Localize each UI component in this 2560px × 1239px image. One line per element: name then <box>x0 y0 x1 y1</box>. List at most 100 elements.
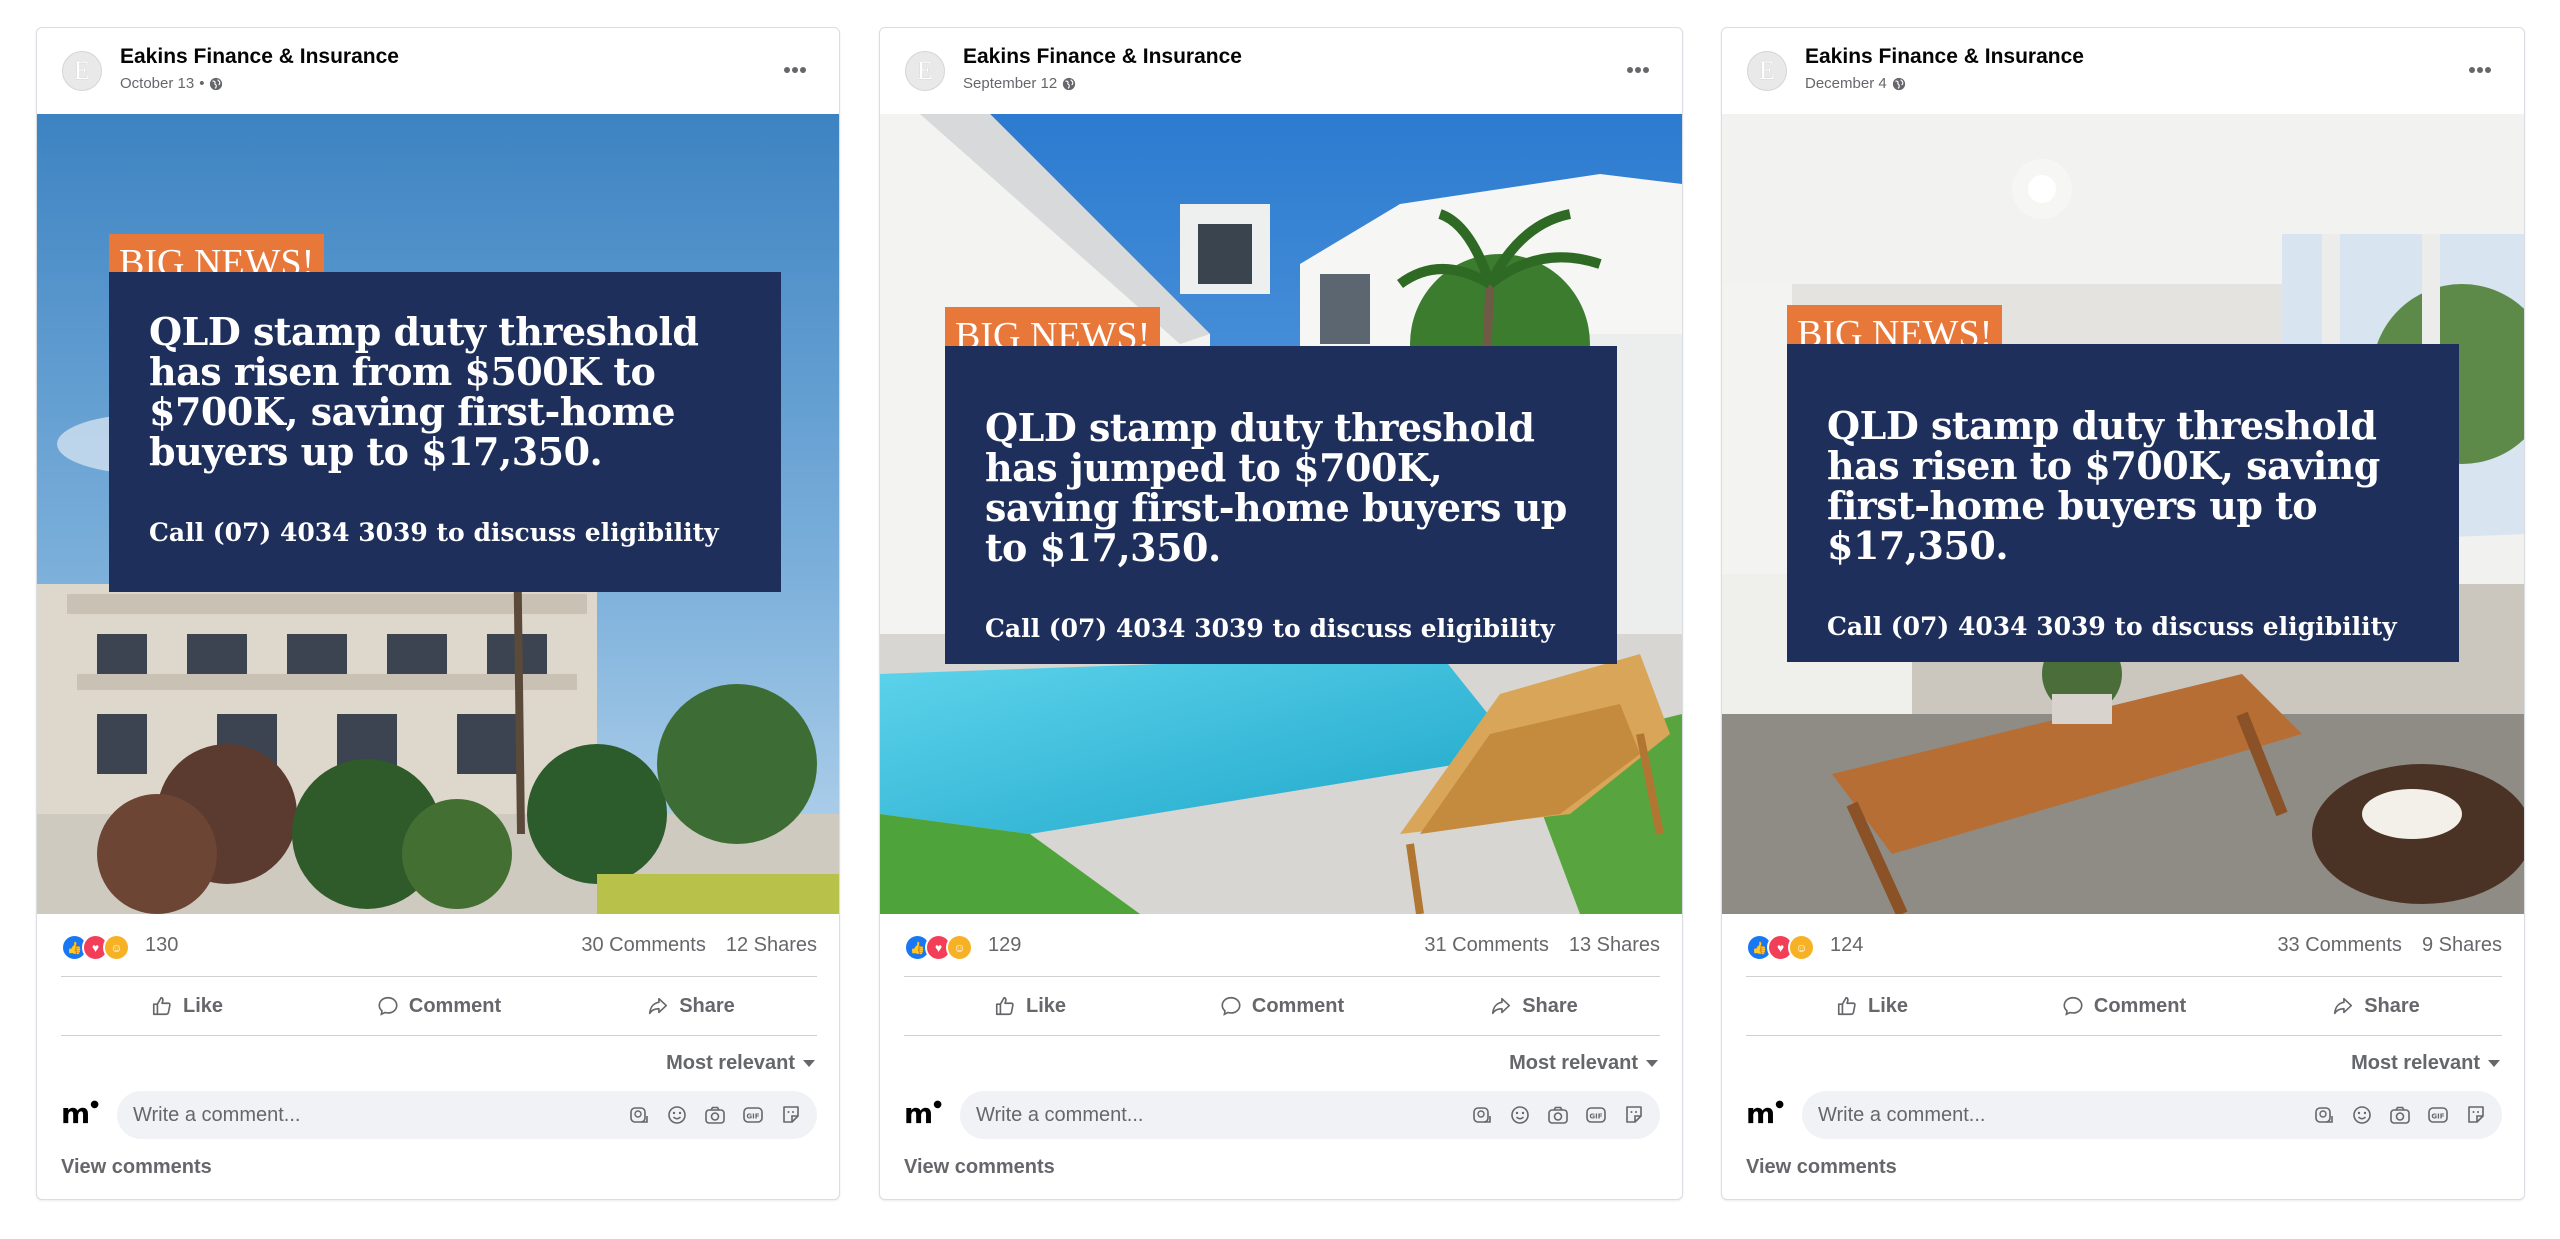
emoji-icon[interactable] <box>1508 1103 1532 1127</box>
post-card: E Eakins Finance & Insurance October 13 … <box>36 27 840 1200</box>
emoji-icon[interactable] <box>2350 1103 2374 1127</box>
post-date[interactable]: October 13 <box>120 75 194 92</box>
camera-icon[interactable] <box>2388 1103 2412 1127</box>
comment-label: Comment <box>408 994 502 1017</box>
page-name-link[interactable]: Eakins Finance & Insurance <box>1805 45 2084 69</box>
post-date[interactable]: December 4 <box>1805 75 1887 92</box>
more-dots-icon <box>2469 67 2491 73</box>
caret-down-icon <box>803 1060 815 1067</box>
avatar-sticker-icon[interactable] <box>1470 1103 1494 1127</box>
comment-tools: GIF <box>2312 1103 2488 1127</box>
avatar-letter: E <box>917 56 933 85</box>
caret-down-icon <box>1646 1060 1658 1067</box>
page-name-link[interactable]: Eakins Finance & Insurance <box>120 45 399 69</box>
page-name-link[interactable]: Eakins Finance & Insurance <box>963 45 1242 69</box>
avatar-sticker-icon[interactable] <box>627 1103 651 1127</box>
post-image[interactable]: BIG NEWS! QLD stamp duty threshold has r… <box>37 114 839 914</box>
comment-sort-dropdown[interactable]: Most relevant <box>2351 1052 2500 1075</box>
comments-count-link[interactable]: 31 Comments <box>1424 934 1549 956</box>
globe-icon <box>1063 77 1076 90</box>
sticker-icon[interactable] <box>779 1103 803 1127</box>
post-meta: September 12 <box>963 75 1076 92</box>
post-meta: October 13 • <box>120 75 223 92</box>
avatar-letter: E <box>1759 56 1775 85</box>
thumbs-up-icon <box>1837 996 1856 1016</box>
comment-sort-dropdown[interactable]: Most relevant <box>666 1052 815 1075</box>
sort-label: Most relevant <box>2351 1052 2480 1074</box>
comment-label: Comment <box>1251 994 1345 1017</box>
post-image[interactable]: BIG NEWS! QLD stamp duty threshold has j… <box>880 114 1682 914</box>
commenter-avatar[interactable]: m● <box>1746 1097 1784 1130</box>
commenter-avatar[interactable]: m● <box>61 1097 99 1130</box>
reaction-count[interactable]: 124 <box>1830 934 1863 957</box>
date-separator: • <box>199 75 205 92</box>
camera-icon[interactable] <box>703 1103 727 1127</box>
shares-count-link[interactable]: 9 Shares <box>2422 934 2502 956</box>
like-label: Like <box>1867 994 1909 1017</box>
reaction-icons[interactable]: 👍 ♥ ☺ <box>61 934 130 961</box>
comment-bubble-icon <box>2063 996 2083 1016</box>
share-button[interactable]: Share <box>565 977 817 1035</box>
shares-count-link[interactable]: 12 Shares <box>726 934 817 956</box>
like-button[interactable]: Like <box>904 977 1156 1035</box>
post-card: E Eakins Finance & Insurance December 4 <box>1721 27 2525 1200</box>
like-button[interactable]: Like <box>61 977 313 1035</box>
engagement-stats: 👍 ♥ ☺ 129 31 Comments 13 Shares <box>904 914 1660 977</box>
post-header: E Eakins Finance & Insurance September 1… <box>880 28 1682 114</box>
sticker-icon[interactable] <box>2464 1103 2488 1127</box>
comments-count-link[interactable]: 33 Comments <box>2277 934 2402 956</box>
comment-sort-dropdown[interactable]: Most relevant <box>1509 1052 1658 1075</box>
announcement-cta: Call (07) 4034 3039 to discuss eligibili… <box>1827 611 2397 641</box>
more-options-button[interactable] <box>2466 56 2494 84</box>
commenter-avatar[interactable]: m● <box>904 1097 942 1130</box>
share-arrow-icon <box>2334 997 2353 1015</box>
gif-icon[interactable]: GIF <box>2426 1103 2450 1127</box>
reaction-count[interactable]: 129 <box>988 934 1021 957</box>
view-comments-link[interactable]: View comments <box>1746 1156 1897 1179</box>
more-options-button[interactable] <box>781 56 809 84</box>
avatar-sticker-icon[interactable] <box>2312 1103 2336 1127</box>
comment-button[interactable]: Comment <box>313 977 565 1035</box>
caret-down-icon <box>2488 1060 2500 1067</box>
page-avatar[interactable]: E <box>62 51 102 91</box>
emoji-icon[interactable] <box>665 1103 689 1127</box>
comment-button[interactable]: Comment <box>1156 977 1408 1035</box>
share-button[interactable]: Share <box>1408 977 1660 1035</box>
comment-label: Comment <box>2093 994 2187 1017</box>
post-image[interactable]: BIG NEWS! QLD stamp duty threshold has r… <box>1722 114 2524 914</box>
share-button[interactable]: Share <box>2250 977 2502 1035</box>
sort-label: Most relevant <box>1509 1052 1638 1074</box>
brand-logo-text: m <box>1746 1097 1776 1130</box>
comment-input-container: GIF <box>960 1091 1660 1139</box>
sticker-icon[interactable] <box>1622 1103 1646 1127</box>
share-label: Share <box>2364 994 2420 1017</box>
comment-input[interactable] <box>117 1102 595 1128</box>
view-comments-link[interactable]: View comments <box>904 1156 1055 1179</box>
gif-icon[interactable]: GIF <box>1584 1103 1608 1127</box>
announcement-cta: Call (07) 4034 3039 to discuss eligibili… <box>149 517 719 547</box>
reaction-count[interactable]: 130 <box>145 934 178 957</box>
shares-count-link[interactable]: 13 Shares <box>1569 934 1660 956</box>
camera-icon[interactable] <box>1546 1103 1570 1127</box>
post-date[interactable]: September 12 <box>963 75 1057 92</box>
comment-input[interactable] <box>1802 1102 2280 1128</box>
feed: E Eakins Finance & Insurance October 13 … <box>0 0 2560 1239</box>
reaction-icons[interactable]: 👍 ♥ ☺ <box>904 934 973 961</box>
svg-text:GIF: GIF <box>746 1113 759 1121</box>
comment-input[interactable] <box>960 1102 1438 1128</box>
like-button[interactable]: Like <box>1746 977 1998 1035</box>
announcement-headline: QLD stamp duty threshold has risen to $7… <box>1827 403 2380 568</box>
announcement-panel: QLD stamp duty threshold has jumped to $… <box>945 346 1617 664</box>
comments-count-link[interactable]: 30 Comments <box>581 934 706 956</box>
page-avatar[interactable]: E <box>1747 51 1787 91</box>
avatar-letter: E <box>74 56 90 85</box>
gif-icon[interactable]: GIF <box>741 1103 765 1127</box>
announcement-cta: Call (07) 4034 3039 to discuss eligibili… <box>985 613 1555 643</box>
globe-icon <box>210 77 223 90</box>
share-label: Share <box>1522 994 1578 1017</box>
more-options-button[interactable] <box>1624 56 1652 84</box>
view-comments-link[interactable]: View comments <box>61 1156 212 1179</box>
comment-button[interactable]: Comment <box>1998 977 2250 1035</box>
reaction-icons[interactable]: 👍 ♥ ☺ <box>1746 934 1815 961</box>
page-avatar[interactable]: E <box>905 51 945 91</box>
